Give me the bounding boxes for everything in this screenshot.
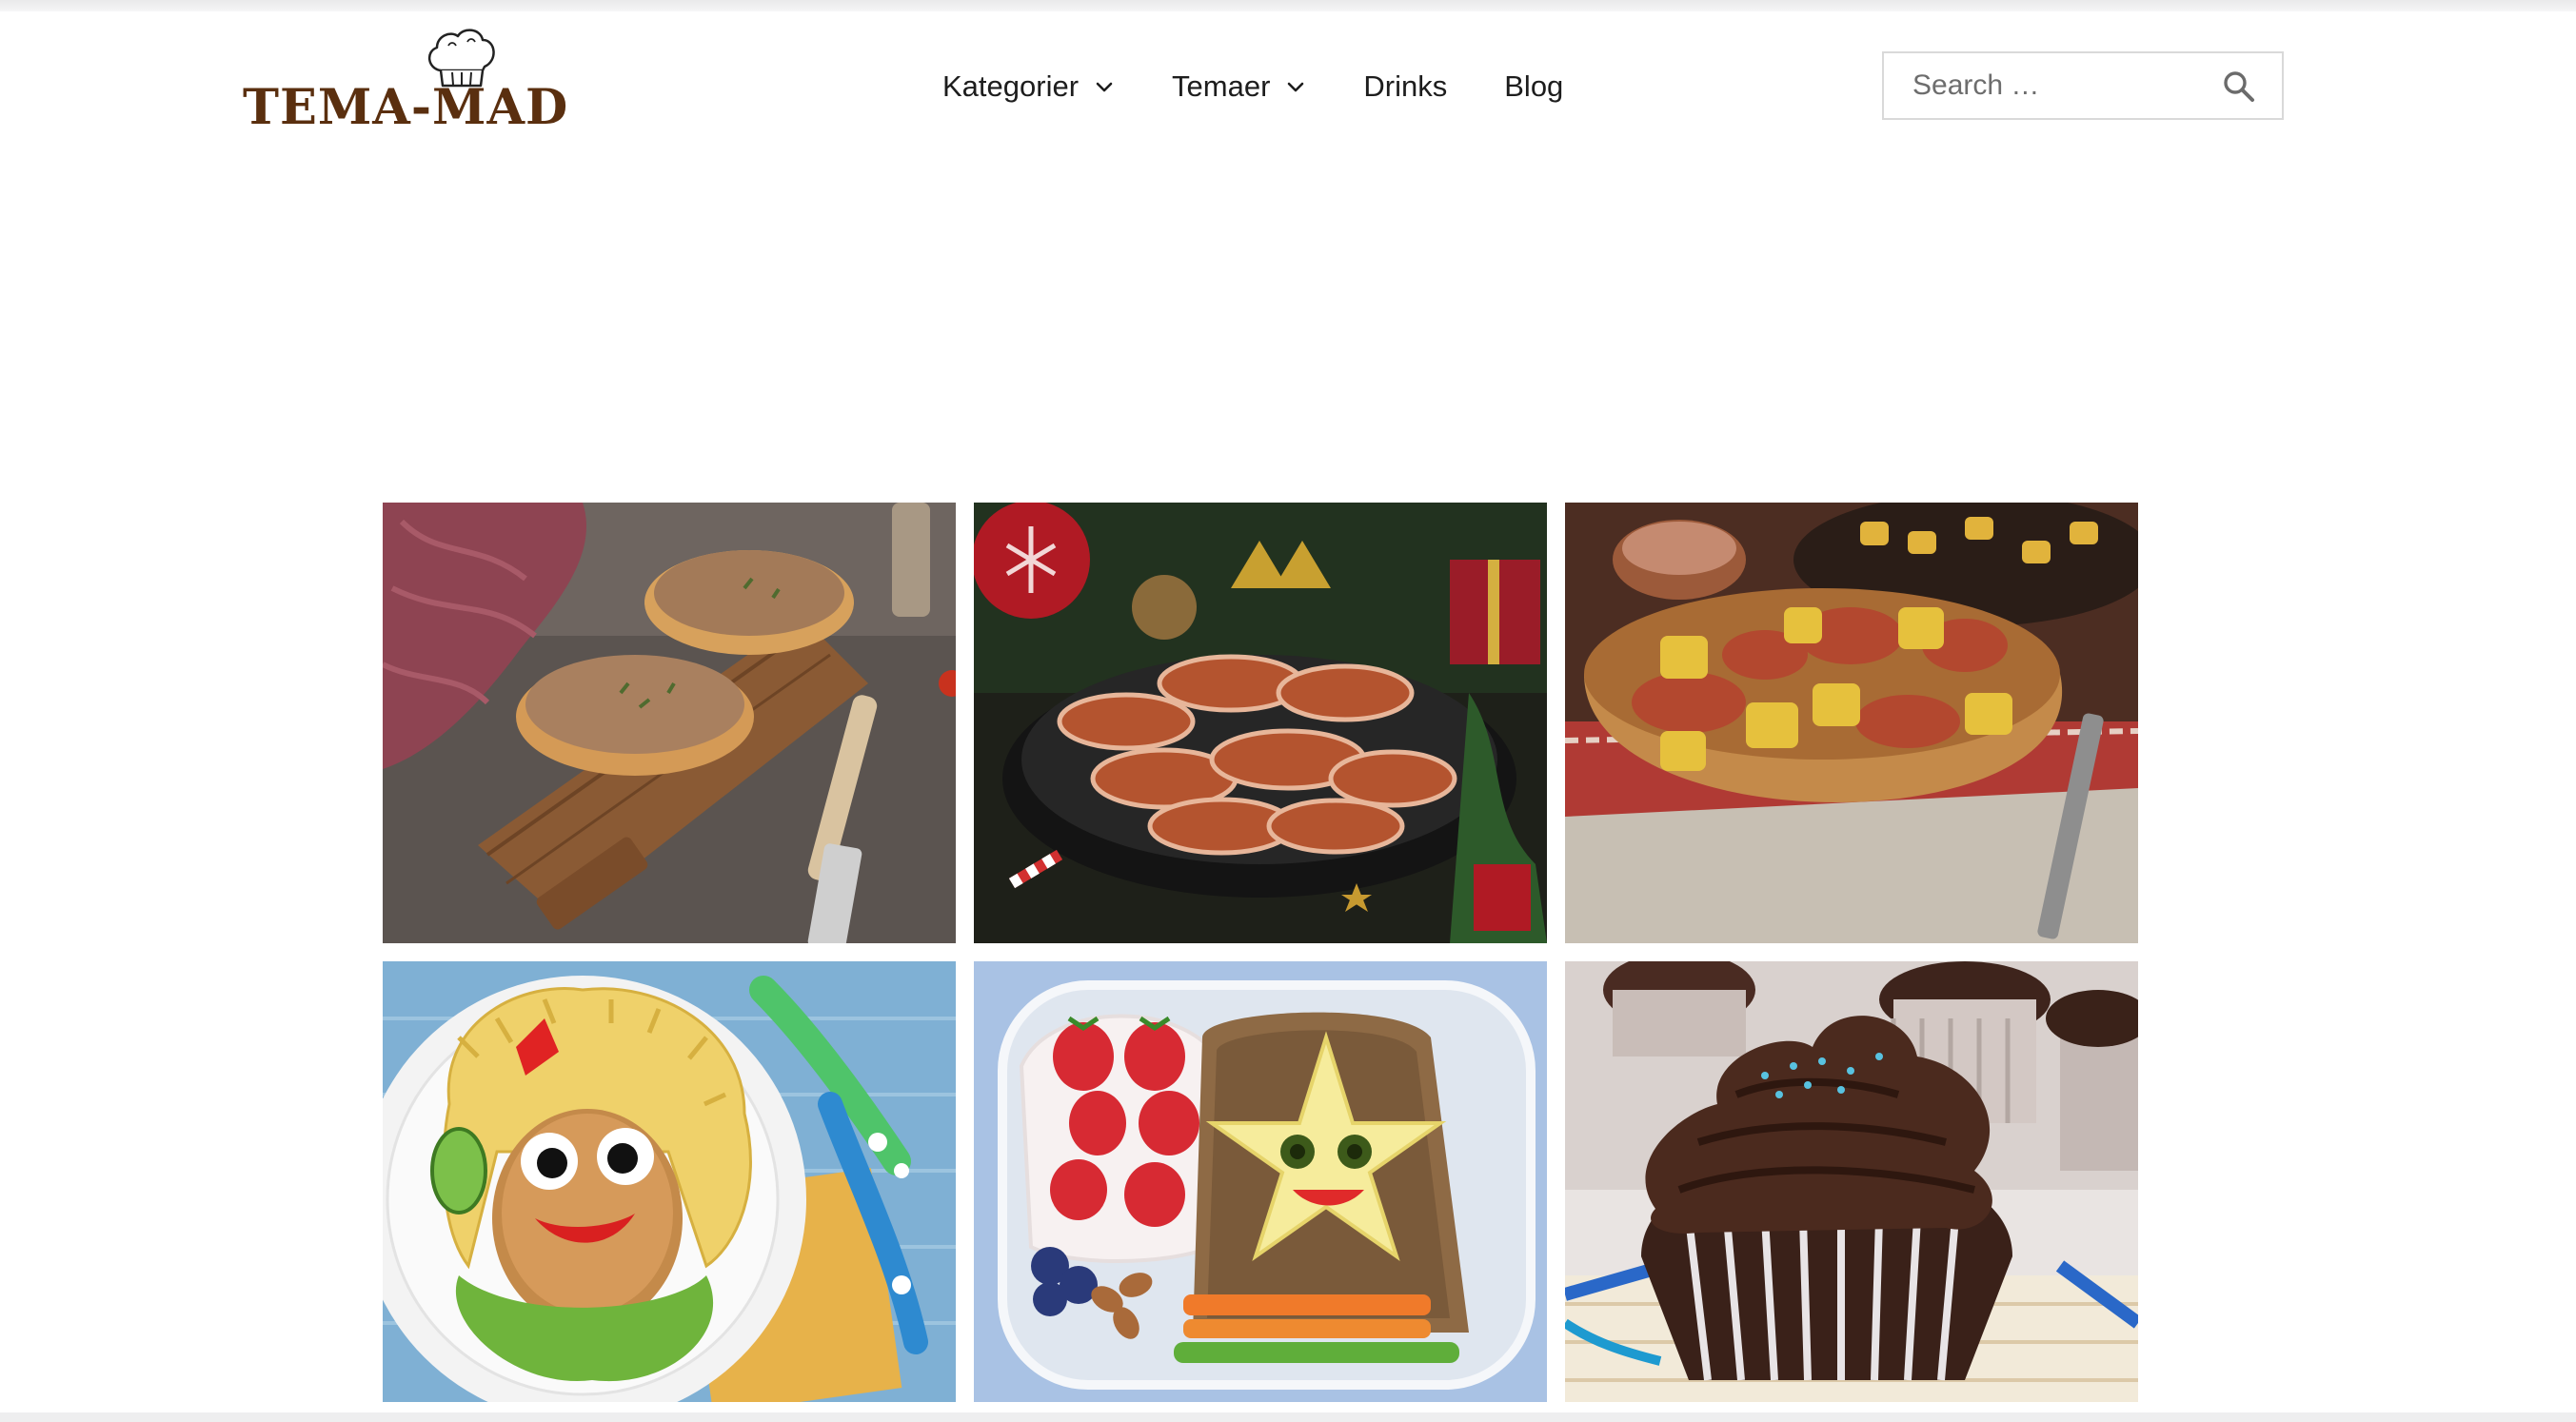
chevron-down-icon [1288, 82, 1304, 92]
site-logo[interactable]: TEMA-MAD [243, 21, 569, 137]
pate-bread-image [383, 503, 956, 943]
search-input[interactable] [1884, 53, 2227, 118]
star-lunchbox-image [974, 961, 1547, 1402]
recipe-card-lunchbox[interactable] [974, 961, 1547, 1402]
sausage-potato-bowl-image [1565, 503, 2138, 943]
nav-label-kategorier: Kategorier [942, 69, 1080, 103]
pasta-face-image [383, 961, 956, 1402]
recipe-card-bacon-sausages[interactable] [974, 503, 1547, 943]
nav-item-temaer[interactable]: Temaer [1172, 69, 1306, 104]
main-nav: Kategorier Temaer Drinks Blog [942, 63, 1563, 110]
nav-item-blog[interactable]: Blog [1504, 69, 1563, 104]
recipe-card-cupcake[interactable] [1565, 961, 2138, 1402]
search-form [1882, 51, 2284, 120]
nav-label-blog: Blog [1504, 69, 1564, 103]
bacon-sausages-image [974, 503, 1547, 943]
browser-top-strip [0, 0, 2576, 11]
recipe-card-pasta-face[interactable] [383, 961, 956, 1402]
recipe-card-sausage-potatoes[interactable] [1565, 503, 2138, 943]
chocolate-cupcake-image [1565, 961, 2138, 1402]
logo-wordmark: TEMA-MAD [243, 79, 569, 136]
nav-label-drinks: Drinks [1363, 69, 1448, 103]
nav-item-drinks[interactable]: Drinks [1363, 69, 1447, 104]
bottom-strip [0, 1412, 2576, 1422]
recipe-card-pate[interactable] [383, 503, 956, 943]
chevron-down-icon [1096, 82, 1113, 92]
nav-label-temaer: Temaer [1172, 69, 1271, 103]
nav-item-kategorier[interactable]: Kategorier [942, 69, 1115, 104]
search-icon[interactable] [2223, 70, 2255, 103]
